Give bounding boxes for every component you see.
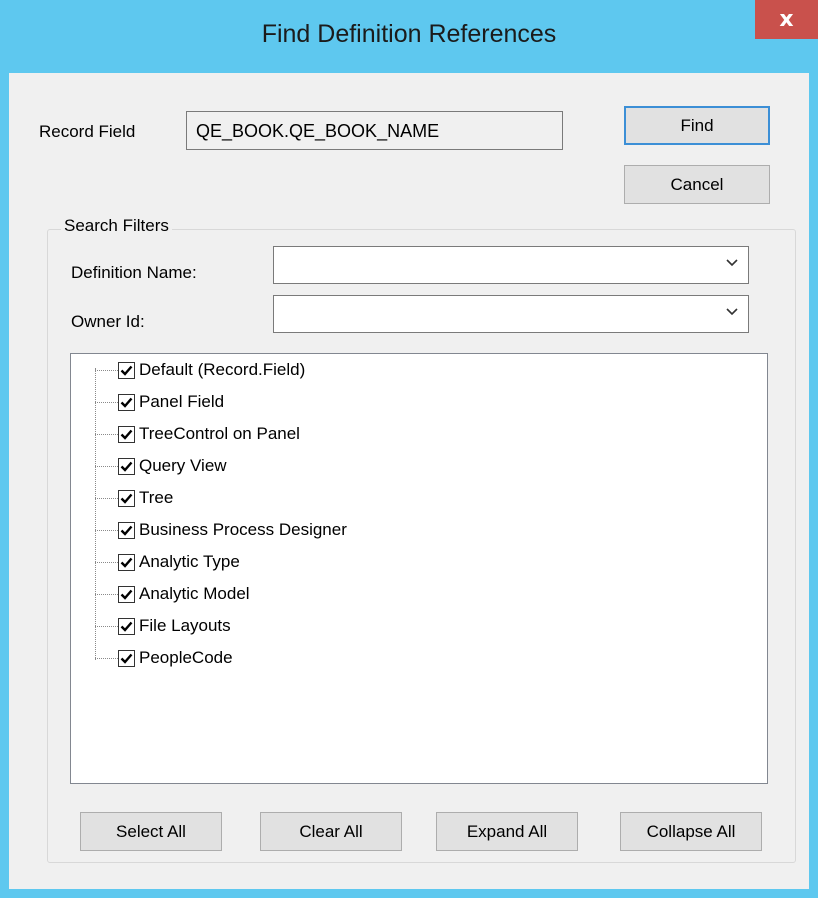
collapse-all-button[interactable]: Collapse All [620,812,762,851]
cancel-button[interactable]: Cancel [624,165,770,204]
checkbox-analytic-model[interactable] [118,585,135,603]
checkmark-icon [120,397,133,408]
tree-item-analytic-type[interactable]: Analytic Type [95,546,240,578]
close-button[interactable]: x [755,0,818,39]
checkbox-analytic-type[interactable] [118,553,135,571]
definition-name-combobox[interactable] [273,246,749,284]
tree-item-file-layouts[interactable]: File Layouts [95,610,231,642]
checkmark-icon [120,365,133,376]
expand-all-button[interactable]: Expand All [436,812,578,851]
checkmark-icon [120,621,133,632]
tree-item-label: Business Process Designer [139,520,347,539]
tree-item-analytic-model[interactable]: Analytic Model [95,578,250,610]
window-title: Find Definition References [261,20,557,48]
tree-item-business-process-designer[interactable]: Business Process Designer [95,514,347,546]
search-filters-title: Search Filters [61,216,172,236]
tree-item-label: PeopleCode [139,648,233,667]
definition-name-label: Definition Name: [71,263,197,282]
chevron-down-icon[interactable] [726,257,738,269]
close-icon: x [779,7,794,32]
checkbox-default[interactable] [118,361,135,379]
tree-item-default[interactable]: Default (Record.Field) [95,354,305,386]
tree-item-peoplecode[interactable]: PeopleCode [95,642,233,674]
record-field-label: Record Field [39,122,136,141]
definition-types-tree[interactable]: Default (Record.Field) Panel Field TreeC… [70,353,768,784]
tree-item-label: TreeControl on Panel [139,424,300,443]
tree-item-panel-field[interactable]: Panel Field [95,386,224,418]
select-all-button[interactable]: Select All [80,812,222,851]
checkmark-icon [120,589,133,600]
record-field-input[interactable]: QE_BOOK.QE_BOOK_NAME [186,111,563,150]
checkmark-icon [120,493,133,504]
find-definition-references-window: Find Definition References x Record Fiel… [0,0,818,898]
chevron-down-icon[interactable] [726,306,738,318]
tree-item-label: Query View [139,456,227,475]
title-bar[interactable]: Find Definition References x [0,0,818,73]
checkmark-icon [120,653,133,664]
tree-item-label: File Layouts [139,616,231,635]
clear-all-button[interactable]: Clear All [260,812,402,851]
find-button[interactable]: Find [624,106,770,145]
tree-item-label: Analytic Type [139,552,240,571]
checkbox-panel-field[interactable] [118,393,135,411]
owner-id-combobox[interactable] [273,295,749,333]
checkbox-query-view[interactable] [118,457,135,475]
checkbox-business-process-designer[interactable] [118,521,135,539]
checkmark-icon [120,525,133,536]
tree-item-treecontrol-on-panel[interactable]: TreeControl on Panel [95,418,300,450]
owner-id-label: Owner Id: [71,312,145,331]
dialog-client-area: Record Field QE_BOOK.QE_BOOK_NAME Find C… [9,73,809,889]
checkbox-tree[interactable] [118,489,135,507]
checkmark-icon [120,429,133,440]
checkbox-file-layouts[interactable] [118,617,135,635]
tree-item-query-view[interactable]: Query View [95,450,227,482]
checkmark-icon [120,461,133,472]
checkbox-peoplecode[interactable] [118,649,135,667]
tree-item-tree[interactable]: Tree [95,482,173,514]
tree-item-label: Tree [139,488,174,507]
tree-item-label: Analytic Model [139,584,250,603]
checkmark-icon [120,557,133,568]
tree-item-label: Default (Record.Field) [139,360,306,379]
checkbox-treecontrol-on-panel[interactable] [118,425,135,443]
tree-item-label: Panel Field [139,392,225,411]
